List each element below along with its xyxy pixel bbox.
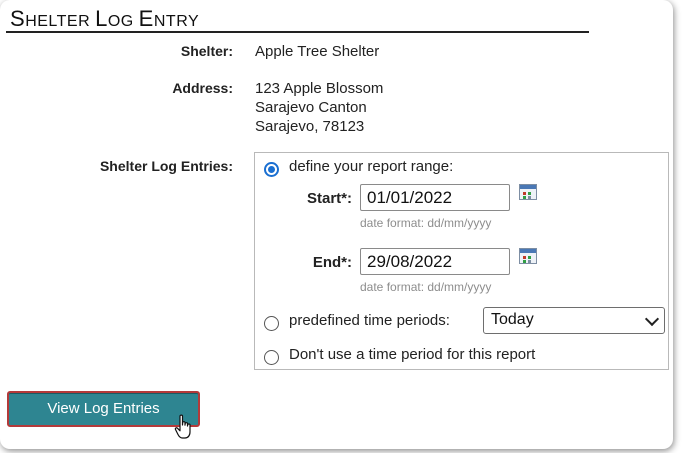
end-date-hint: date format: dd/mm/yyyy [360,280,492,294]
address-line-2: Sarajevo Canton [255,99,367,116]
define-range-label: define your report range: [289,158,454,175]
shelter-name: Apple Tree Shelter [255,43,380,60]
predefined-periods-radio[interactable] [264,316,279,331]
start-date-label: Start*: [306,190,352,207]
view-log-entries-button[interactable]: View Log Entries [7,391,200,427]
end-date-label: End*: [312,254,352,271]
title-divider [6,31,589,33]
shelter-label: Shelter: [180,43,233,59]
start-date-hint: date format: dd/mm/yyyy [360,216,492,230]
predefined-periods-select[interactable]: Today [483,307,665,334]
no-time-period-radio[interactable] [264,350,279,365]
address-line-3: Sarajevo, 78123 [255,118,365,135]
address-label: Address: [172,80,233,96]
start-date-input[interactable] [360,184,510,211]
define-range-radio[interactable] [264,162,279,177]
no-time-period-label: Don't use a time period for this report [289,346,536,363]
shelter-log-panel: SHELTER LOG ENTRY Shelter: Apple Tree Sh… [0,0,673,449]
calendar-icon[interactable] [519,184,537,200]
predefined-periods-label: predefined time periods: [289,312,450,329]
chevron-down-icon [644,311,660,327]
page-title: SHELTER LOG ENTRY [10,6,200,31]
predefined-periods-value: Today [491,311,534,328]
address-line-1: 123 Apple Blossom [255,80,384,97]
log-entries-label: Shelter Log Entries: [99,158,233,174]
end-date-input[interactable] [360,248,510,275]
hand-pointer-cursor-icon [174,414,191,439]
calendar-icon[interactable] [519,248,537,264]
